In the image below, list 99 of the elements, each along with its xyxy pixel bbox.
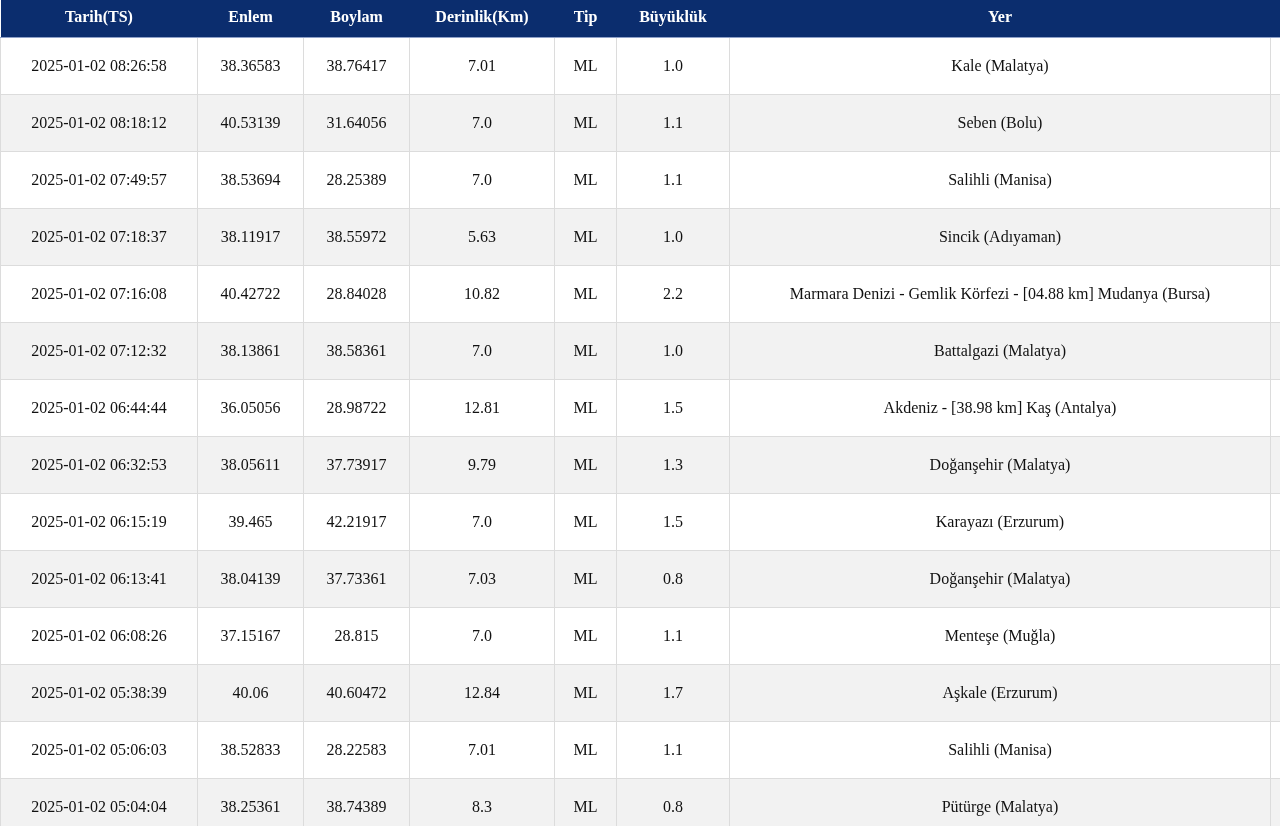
table-cell: 10.82: [409, 265, 555, 323]
table-cell: ML: [554, 94, 617, 152]
table-cell: 28.84028: [303, 265, 410, 323]
table-cell: 38.13861: [197, 322, 304, 380]
table-cell: 2025-01-02 07:12:32: [0, 322, 198, 380]
table-cell: ML: [554, 436, 617, 494]
table-cell: 2025-01-02 06:13:41: [0, 550, 198, 608]
table-cell: 31.64056: [303, 94, 410, 152]
table-cell: Karayazı (Erzurum): [729, 493, 1271, 551]
table-cell: 12.81: [409, 379, 555, 437]
table-cell: 9.79: [409, 436, 555, 494]
table-cell: 40.42722: [197, 265, 304, 323]
table-cell: Salihli (Manisa): [729, 721, 1271, 779]
table-cell: 1.1: [616, 94, 730, 152]
table-cell: 7.0: [409, 607, 555, 665]
table-cell: Seben (Bolu): [729, 94, 1271, 152]
table-cell: 38.04139: [197, 550, 304, 608]
table-cell: 2025-01-02 06:15:19: [0, 493, 198, 551]
column-header: Büyüklük: [616, 0, 730, 38]
table-cell: ML: [554, 322, 617, 380]
table-cell: Kale (Malatya): [729, 37, 1271, 95]
table-cell: 38.36583: [197, 37, 304, 95]
table-cell: 40.06: [197, 664, 304, 722]
table-cell: 28.25389: [303, 151, 410, 209]
table-cell: 36.05056: [197, 379, 304, 437]
table-cell: 40.53139: [197, 94, 304, 152]
table-cell: 1.0: [616, 37, 730, 95]
table-cell: 7.03: [409, 550, 555, 608]
table-cell: 38.55972: [303, 208, 410, 266]
table-cell: 37.15167: [197, 607, 304, 665]
table-cell: ML: [554, 664, 617, 722]
table-cell: 2.2: [616, 265, 730, 323]
column-header: Boylam: [303, 0, 410, 38]
table-cell: 2025-01-02 06:32:53: [0, 436, 198, 494]
table-cell: 2025-01-02 08:26:58: [0, 37, 198, 95]
table-cell: 7.0: [409, 94, 555, 152]
table-cell: 2025-01-02 08:18:12: [0, 94, 198, 152]
table-cell: 38.58361: [303, 322, 410, 380]
table-cell: 1.7: [616, 664, 730, 722]
table-cell: 28.22583: [303, 721, 410, 779]
table-cell: ML: [554, 379, 617, 437]
table-cell: 38.76417: [303, 37, 410, 95]
table-cell: 37.73361: [303, 550, 410, 608]
table-cell: 2025-01-02 05:06:03: [0, 721, 198, 779]
table-cell: 2025-01-02 06:08:26: [0, 607, 198, 665]
table-cell: Menteşe (Muğla): [729, 607, 1271, 665]
table-cell: 39.465: [197, 493, 304, 551]
table-cell: 38.11917: [197, 208, 304, 266]
table-cell: 1.1: [616, 151, 730, 209]
table-cell: 38.53694: [197, 151, 304, 209]
table-cell: 0.8: [616, 550, 730, 608]
table-cell: Doğanşehir (Malatya): [729, 550, 1271, 608]
table-cell: 2025-01-02 07:49:57: [0, 151, 198, 209]
table-cell: Aşkale (Erzurum): [729, 664, 1271, 722]
table-cell: Doğanşehir (Malatya): [729, 436, 1271, 494]
table-cell: 1.5: [616, 379, 730, 437]
table-cell: 5.63: [409, 208, 555, 266]
table-cell: ML: [554, 265, 617, 323]
table-cell: 1.0: [616, 208, 730, 266]
table-cell: 7.01: [409, 37, 555, 95]
table-cell: ML: [554, 151, 617, 209]
column-header: Tip: [554, 0, 617, 38]
table-cell: 7.0: [409, 322, 555, 380]
table-cell: ML: [554, 493, 617, 551]
table-cell: ML: [554, 208, 617, 266]
table-cell: Battalgazi (Malatya): [729, 322, 1271, 380]
table-cell: 12.84: [409, 664, 555, 722]
table-cell: 40.60472: [303, 664, 410, 722]
table-cell: ML: [554, 721, 617, 779]
table-cell: 2025-01-02 07:18:37: [0, 208, 198, 266]
table-cell: 28.98722: [303, 379, 410, 437]
column-header: Yer: [729, 0, 1271, 38]
table-cell: ML: [554, 607, 617, 665]
table-cell: 38.05611: [197, 436, 304, 494]
table-cell: 28.815: [303, 607, 410, 665]
table-cell: ML: [554, 37, 617, 95]
column-header: Enlem: [197, 0, 304, 38]
table-cell: 2025-01-02 06:44:44: [0, 379, 198, 437]
column-header: Derinlik(Km): [409, 0, 555, 38]
table-cell: Sincik (Adıyaman): [729, 208, 1271, 266]
table-cell: 38.52833: [197, 721, 304, 779]
table-cell: 1.0: [616, 322, 730, 380]
table-cell: 2025-01-02 07:16:08: [0, 265, 198, 323]
table-cell: ML: [554, 550, 617, 608]
table-cell: 7.0: [409, 151, 555, 209]
table-cell: 2025-01-02 05:04:04: [0, 778, 198, 826]
table-cell: 42.21917: [303, 493, 410, 551]
table-cell: 1.5: [616, 493, 730, 551]
table-cell: 1.1: [616, 721, 730, 779]
table-cell: Akdeniz - [38.98 km] Kaş (Antalya): [729, 379, 1271, 437]
table-cell: Salihli (Manisa): [729, 151, 1271, 209]
table-cell: 1.1: [616, 607, 730, 665]
table-cell: 7.01: [409, 721, 555, 779]
table-cell: 7.0: [409, 493, 555, 551]
table-cell: 1.3: [616, 436, 730, 494]
table-cell: Marmara Denizi - Gemlik Körfezi - [04.88 km] Mudanya (Bursa): [729, 265, 1271, 323]
table-cell: 2025-01-02 05:38:39: [0, 664, 198, 722]
table-cell: 37.73917: [303, 436, 410, 494]
column-header: Tarih(TS): [0, 0, 198, 38]
